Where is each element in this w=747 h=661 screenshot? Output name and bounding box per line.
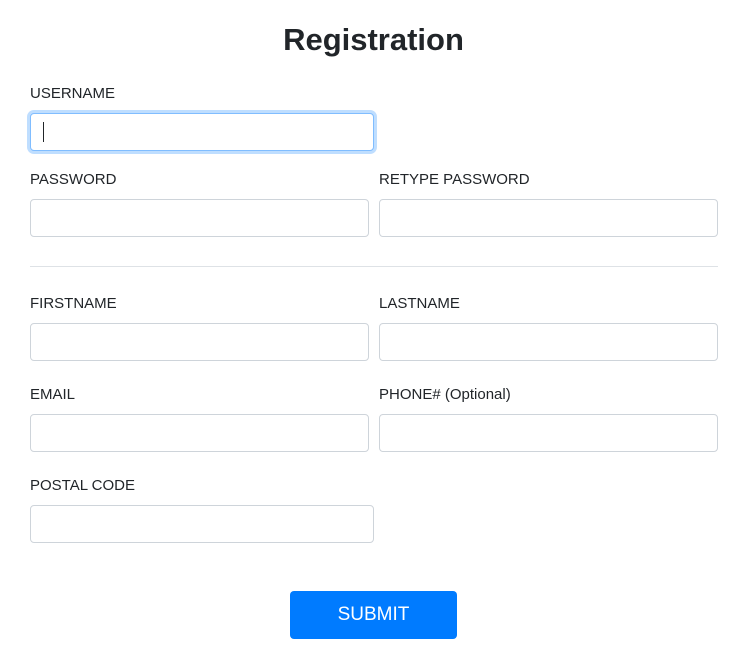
submit-button[interactable]: SUBMIT [290, 591, 457, 639]
registration-page: Registration USERNAME PASSWORD RETYPE PA… [0, 0, 747, 661]
retype-password-input[interactable] [379, 199, 718, 237]
page-title: Registration [283, 22, 464, 57]
password-input[interactable] [30, 199, 369, 237]
firstname-input[interactable] [30, 323, 369, 361]
email-input[interactable] [30, 414, 369, 452]
section-divider [30, 266, 718, 267]
retype-password-label: RETYPE PASSWORD [379, 171, 530, 188]
lastname-input[interactable] [379, 323, 718, 361]
username-input[interactable] [30, 113, 374, 151]
text-cursor [43, 122, 44, 142]
phone-label: PHONE# (Optional) [379, 386, 511, 403]
phone-input[interactable] [379, 414, 718, 452]
firstname-label: FIRSTNAME [30, 295, 117, 312]
postal-code-label: POSTAL CODE [30, 477, 136, 494]
lastname-label: LASTNAME [379, 295, 460, 312]
postal-code-input[interactable] [30, 505, 374, 543]
password-label: PASSWORD [30, 171, 117, 188]
username-label: USERNAME [30, 85, 116, 102]
email-label: EMAIL [30, 386, 76, 403]
